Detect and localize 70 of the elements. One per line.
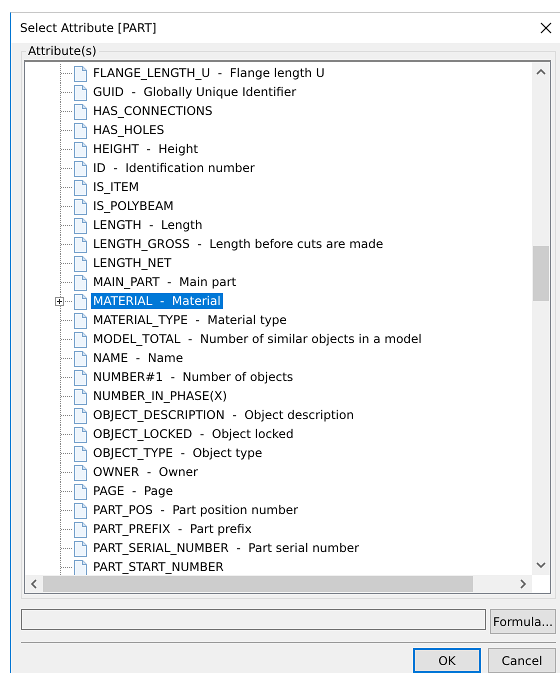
attribute-item[interactable]: LENGTH_NET xyxy=(91,255,174,271)
document-icon xyxy=(73,66,87,82)
attribute-item[interactable]: HAS_CONNECTIONS xyxy=(91,103,214,119)
ok-button[interactable]: OK xyxy=(413,648,481,673)
attribute-item[interactable]: OBJECT_LOCKED - Object locked xyxy=(91,426,296,442)
attribute-item[interactable]: MATERIAL - Material xyxy=(91,293,223,309)
attribute-item[interactable]: MATERIAL_TYPE - Material type xyxy=(91,312,289,328)
document-icon xyxy=(73,484,87,500)
expand-icon[interactable] xyxy=(55,297,64,306)
horizontal-scrollbar[interactable] xyxy=(25,575,532,593)
cancel-button[interactable]: Cancel xyxy=(488,648,556,673)
document-icon xyxy=(73,332,87,348)
attribute-item[interactable]: NAME - Name xyxy=(91,350,186,366)
document-icon xyxy=(73,142,87,158)
document-icon xyxy=(73,370,87,386)
document-icon xyxy=(73,313,87,329)
attribute-item[interactable]: MAIN_PART - Main part xyxy=(91,274,238,290)
document-icon xyxy=(73,560,87,575)
document-icon xyxy=(73,465,87,481)
window-title: Select Attribute [PART] xyxy=(20,21,156,35)
attribute-item[interactable]: PART_SERIAL_NUMBER - Part serial number xyxy=(91,540,362,556)
document-icon xyxy=(73,237,87,253)
document-icon xyxy=(73,123,87,139)
document-icon xyxy=(73,389,87,405)
attribute-item[interactable]: OWNER - Owner xyxy=(91,464,200,480)
attribute-item[interactable]: PART_PREFIX - Part prefix xyxy=(91,521,254,537)
formula-field[interactable] xyxy=(21,609,486,630)
document-icon xyxy=(73,180,87,196)
document-icon xyxy=(73,522,87,538)
document-icon xyxy=(73,218,87,234)
document-icon xyxy=(73,446,87,462)
attribute-item[interactable]: NUMBER_IN_PHASE(X) xyxy=(91,388,230,404)
document-icon xyxy=(73,503,87,519)
attribute-item[interactable]: MODEL_TOTAL - Number of similar objects in a model xyxy=(91,331,424,347)
document-icon xyxy=(73,161,87,177)
scroll-up-icon[interactable] xyxy=(536,68,546,75)
scroll-right-icon[interactable] xyxy=(520,579,527,589)
attribute-item[interactable]: PART_START_NUMBER xyxy=(91,559,226,575)
document-icon xyxy=(73,85,87,101)
close-icon[interactable] xyxy=(540,22,552,34)
scroll-down-icon[interactable] xyxy=(536,562,546,569)
attribute-item[interactable]: IS_POLYBEAM xyxy=(91,198,176,214)
attribute-item[interactable]: LENGTH - Length xyxy=(91,217,204,233)
formula-button[interactable]: Formula... xyxy=(490,609,556,634)
attribute-item[interactable]: LENGTH_GROSS - Length before cuts are made xyxy=(91,236,386,252)
attribute-item[interactable]: ID - Identification number xyxy=(91,160,257,176)
scrollbar-thumb[interactable] xyxy=(43,576,473,592)
document-icon xyxy=(73,408,87,424)
attribute-item[interactable]: NUMBER#1 - Number of objects xyxy=(91,369,296,385)
group-label: Attribute(s) xyxy=(26,44,99,58)
document-icon xyxy=(73,427,87,443)
attribute-item[interactable]: PART_POS - Part position number xyxy=(91,502,300,518)
attribute-item[interactable]: HEIGHT - Height xyxy=(91,141,200,157)
attribute-item[interactable]: FLANGE_LENGTH_U - Flange length U xyxy=(91,65,327,81)
attribute-item[interactable]: HAS_HOLES xyxy=(91,122,166,138)
document-icon xyxy=(73,275,87,291)
document-icon xyxy=(73,351,87,367)
scrollbar-thumb[interactable] xyxy=(533,246,549,301)
document-icon xyxy=(73,294,87,310)
attribute-item[interactable]: OBJECT_TYPE - Object type xyxy=(91,445,264,461)
document-icon xyxy=(73,104,87,120)
scroll-left-icon[interactable] xyxy=(30,579,37,589)
vertical-scrollbar[interactable] xyxy=(532,62,550,575)
document-icon xyxy=(73,199,87,215)
document-icon xyxy=(73,256,87,272)
document-icon xyxy=(73,541,87,557)
attribute-item[interactable]: GUID - Globally Unique Identifier xyxy=(91,84,298,100)
attribute-item[interactable]: PAGE - Page xyxy=(91,483,175,499)
attribute-item[interactable]: OBJECT_DESCRIPTION - Object description xyxy=(91,407,356,423)
attribute-item[interactable]: IS_ITEM xyxy=(91,179,141,195)
